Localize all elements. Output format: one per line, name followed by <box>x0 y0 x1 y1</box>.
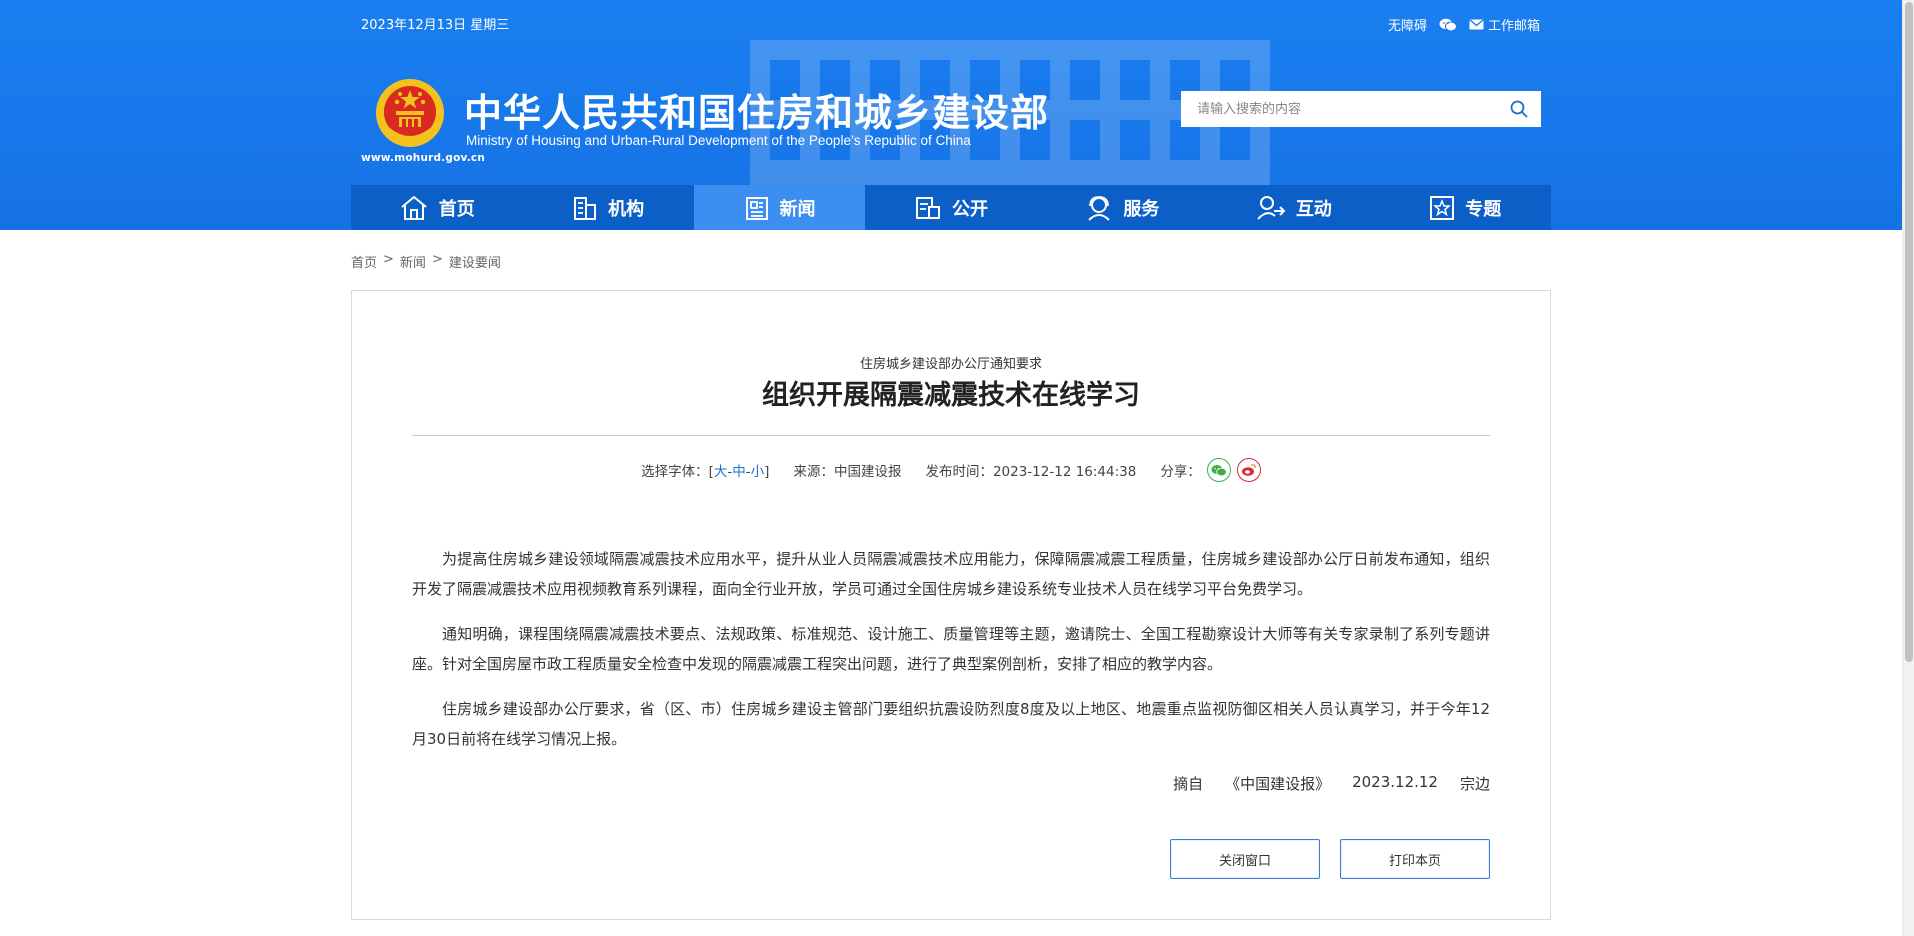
share-weibo-icon[interactable] <box>1236 458 1261 482</box>
search-icon <box>1510 100 1528 118</box>
font-size-small[interactable]: 小 <box>751 464 765 480</box>
article-paragraph: 通知明确，课程围绕隔震减震技术要点、法规政策、标准规范、设计施工、质量管理等主题… <box>412 625 1490 673</box>
nav-label: 服务 <box>1123 198 1160 220</box>
newspaper-icon <box>745 196 768 220</box>
source-author: 宗边 <box>1459 775 1490 793</box>
search-button[interactable] <box>1497 91 1541 127</box>
share-label: 分享： <box>1160 464 1201 480</box>
nav-item-home[interactable]: 首页 <box>351 185 522 230</box>
breadcrumb-home[interactable]: 首页 <box>351 252 377 271</box>
main-nav: 首页 机构 新闻 公开 服务 互动 专题 <box>351 185 1551 230</box>
nav-item-service[interactable]: 服务 <box>1037 185 1208 230</box>
site-title: 中华人民共和国住房和城乡建设部 <box>464 91 1050 135</box>
mail-icon <box>1469 19 1484 30</box>
article-source-line: 摘自 《中国建设报》 2023.12.12 宗边 <box>1173 773 1490 794</box>
article-actions: 关闭窗口 打印本页 <box>1170 839 1490 879</box>
article-meta: 选择字体：[大-中-小] 来源：中国建设报 发布时间：2023-12-12 16… <box>352 458 1550 482</box>
search-box <box>1181 91 1541 127</box>
wechat-icon[interactable] <box>1439 18 1457 32</box>
nav-label: 新闻 <box>779 198 816 220</box>
home-icon <box>401 195 427 220</box>
font-size-medium[interactable]: 中 <box>732 464 746 480</box>
font-size-large[interactable]: 大 <box>714 464 728 480</box>
topbar-links: 无障碍 工作邮箱 <box>1388 15 1540 34</box>
work-mail-label: 工作邮箱 <box>1487 19 1540 34</box>
service-headset-icon <box>1088 195 1111 221</box>
title-divider <box>412 435 1490 436</box>
scrollbar-thumb[interactable] <box>1905 2 1913 662</box>
article-body: 为提高住房城乡建设领域隔震减震技术应用水平，提升从业人员隔震减震技术应用能力，保… <box>412 544 1490 769</box>
nav-label: 机构 <box>608 198 645 220</box>
document-icon <box>915 196 940 219</box>
nav-item-organization[interactable]: 机构 <box>522 185 693 230</box>
close-window-button[interactable]: 关闭窗口 <box>1170 839 1320 879</box>
article-paragraph: 为提高住房城乡建设领域隔震减震技术应用水平，提升从业人员隔震减震技术应用能力，保… <box>412 550 1490 598</box>
star-badge-icon <box>1430 195 1455 220</box>
nav-label: 互动 <box>1295 198 1332 220</box>
search-input[interactable] <box>1181 91 1497 127</box>
nav-item-interaction[interactable]: 互动 <box>1208 185 1379 230</box>
source-date: 2023.12.12 <box>1352 773 1438 791</box>
nav-label: 首页 <box>438 198 475 220</box>
building-icon <box>574 196 597 220</box>
breadcrumb: 首页 > 新闻 > 建设要闻 <box>351 252 501 271</box>
article-pretitle: 住房城乡建设部办公厅通知要求 <box>859 357 1042 372</box>
source-paper: 《中国建设报》 <box>1225 775 1331 793</box>
site-header: 2023年12月13日 星期三 无障碍 工作邮箱 www.mohurd.gov.… <box>0 0 1902 230</box>
work-mail-link[interactable]: 工作邮箱 <box>1469 15 1540 34</box>
font-size-selector: 选择字体：[大-中-小] <box>641 460 769 480</box>
breadcrumb-separator: > <box>431 252 443 267</box>
nav-item-news[interactable]: 新闻 <box>693 185 866 230</box>
user-interaction-icon <box>1257 195 1286 220</box>
nav-label: 公开 <box>951 198 988 220</box>
nav-item-topics[interactable]: 专题 <box>1380 185 1551 230</box>
article-source: 来源：中国建设报 <box>793 464 902 480</box>
nav-label: 专题 <box>1465 198 1502 220</box>
breadcrumb-current[interactable]: 建设要闻 <box>449 252 501 271</box>
excerpt-label: 摘自 <box>1173 775 1204 793</box>
print-page-button[interactable]: 打印本页 <box>1340 839 1490 879</box>
font-size-label: 选择字体：[ <box>641 464 714 480</box>
article-title: 组织开展隔震减震技术在线学习 <box>762 380 1140 411</box>
nav-item-public[interactable]: 公开 <box>865 185 1036 230</box>
font-size-close: ] <box>764 464 770 480</box>
national-emblem-logo[interactable] <box>374 77 446 151</box>
accessibility-link[interactable]: 无障碍 <box>1388 15 1427 34</box>
breadcrumb-news[interactable]: 新闻 <box>400 252 426 271</box>
share-wechat-icon[interactable] <box>1206 458 1231 482</box>
site-subtitle: Ministry of Housing and Urban-Rural Deve… <box>466 133 971 148</box>
article-paragraph: 住房城乡建设部办公厅要求，省（区、市）住房城乡建设主管部门要组织抗震设防烈度8度… <box>412 700 1490 748</box>
publish-time: 发布时间：2023-12-12 16:44:38 <box>925 464 1137 480</box>
current-date: 2023年12月13日 星期三 <box>361 18 510 33</box>
breadcrumb-separator: > <box>383 252 394 267</box>
site-url: www.mohurd.gov.cn <box>361 152 486 164</box>
share-group: 分享： <box>1160 458 1261 482</box>
article-container: 住房城乡建设部办公厅通知要求 组织开展隔震减震技术在线学习 选择字体：[大-中-… <box>351 290 1551 920</box>
page-scrollbar[interactable] <box>1902 0 1914 936</box>
